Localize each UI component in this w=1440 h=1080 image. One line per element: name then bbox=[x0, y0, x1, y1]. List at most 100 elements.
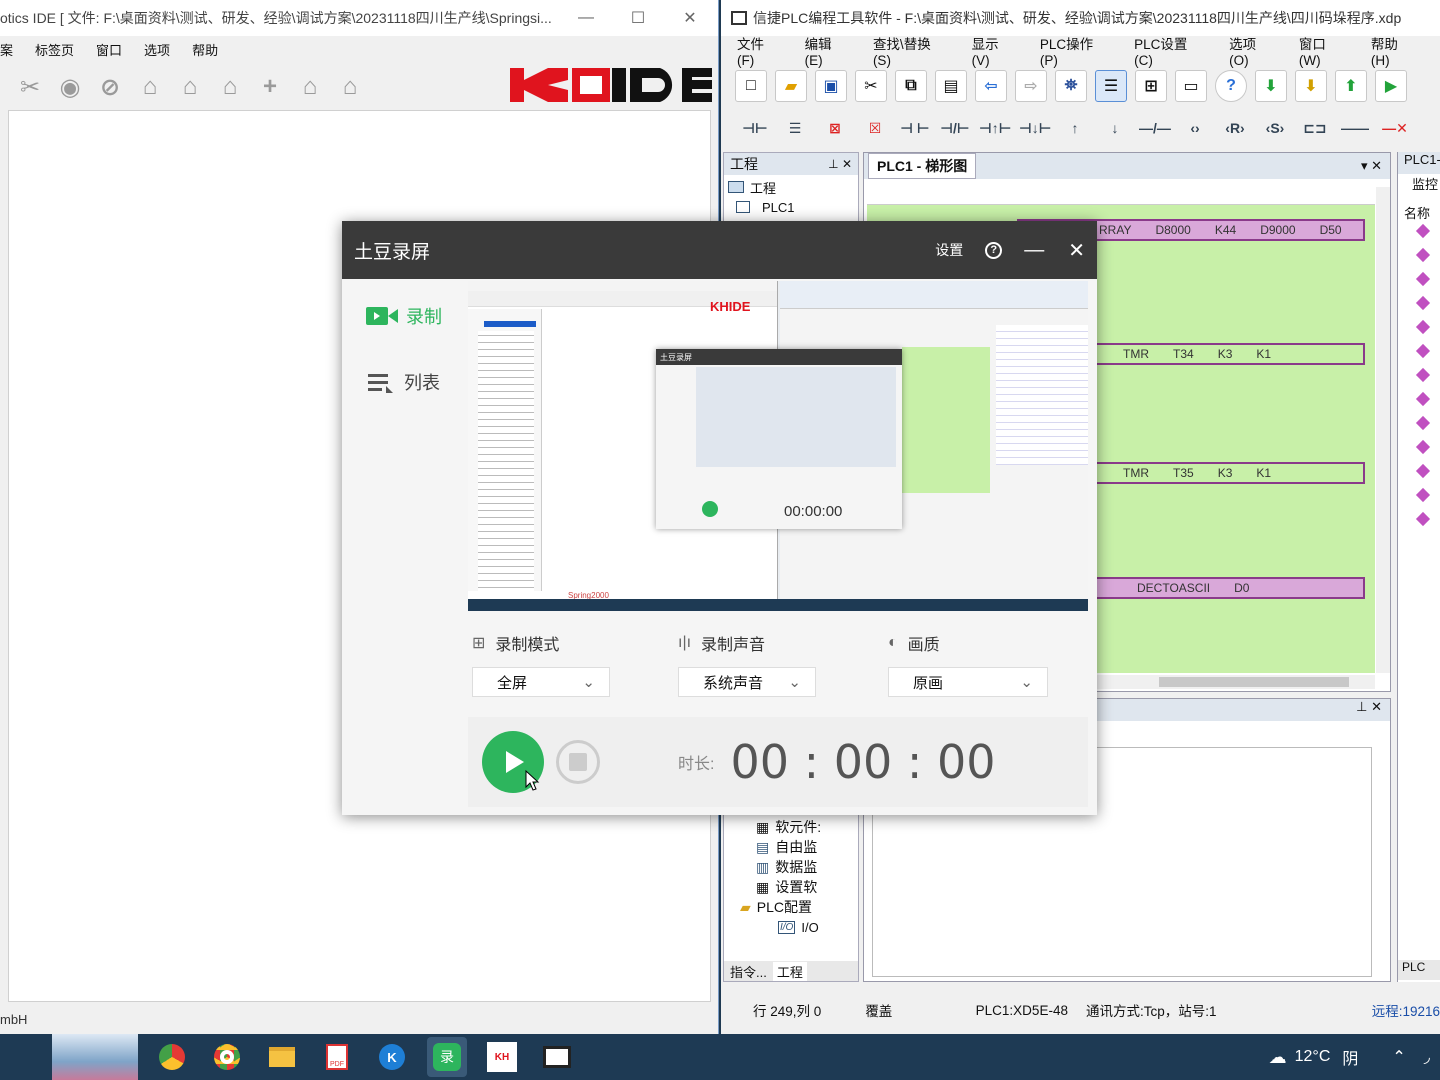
monitor-item-icon[interactable] bbox=[1415, 511, 1431, 527]
insert-row-icon[interactable]: ☰ bbox=[779, 120, 811, 137]
recorder-taskbar-icon[interactable]: 录 bbox=[427, 1037, 467, 1077]
pdf-icon[interactable]: PDF bbox=[317, 1037, 357, 1077]
menu-item[interactable]: 窗口 bbox=[96, 40, 122, 59]
robot-add-icon[interactable]: ⌂ bbox=[174, 71, 206, 103]
contact-slash-icon[interactable]: ⊣/⊢ bbox=[939, 120, 971, 137]
robot-icon[interactable]: ⌂ bbox=[134, 71, 166, 103]
monitor-item-icon[interactable] bbox=[1415, 223, 1431, 239]
vertical-up-icon[interactable]: ↑ bbox=[1059, 120, 1091, 136]
menu-item[interactable]: PLC设置(C) bbox=[1134, 33, 1205, 68]
file-explorer-icon[interactable] bbox=[262, 1037, 302, 1077]
khide-taskbar-icon[interactable]: KH bbox=[482, 1037, 522, 1077]
new-file-icon[interactable]: □ bbox=[735, 70, 767, 102]
tree-item[interactable]: PLC1 bbox=[728, 197, 854, 217]
redo-icon[interactable]: ⇨ bbox=[1015, 70, 1047, 102]
robot-remove-icon[interactable]: ⌂ bbox=[214, 71, 246, 103]
contact-fall-icon[interactable]: ⊣↓⊢ bbox=[1019, 120, 1052, 137]
k-app-icon[interactable]: K bbox=[372, 1037, 412, 1077]
open-folder-icon[interactable]: ▰ bbox=[775, 70, 807, 102]
undo-icon[interactable]: ⇦ bbox=[975, 70, 1007, 102]
cut-icon[interactable]: ✂ bbox=[855, 70, 887, 102]
monitor-item-icon[interactable] bbox=[1415, 463, 1431, 479]
joint-icon[interactable]: + bbox=[254, 71, 286, 103]
tree-item[interactable]: ▦ 软元件: bbox=[756, 817, 821, 837]
menu-item[interactable]: 帮助(H) bbox=[1371, 33, 1416, 68]
chevron-up-icon[interactable]: ⌃ bbox=[1392, 1047, 1405, 1067]
menu-item[interactable]: PLC操作(P) bbox=[1040, 33, 1110, 68]
help-icon[interactable]: ? bbox=[985, 241, 1003, 259]
close-icon[interactable]: ✕ bbox=[664, 8, 716, 28]
tree-item[interactable]: ▦ 设置软 bbox=[756, 877, 821, 897]
monitor-item-icon[interactable] bbox=[1415, 367, 1431, 383]
monitor-item-icon[interactable] bbox=[1415, 439, 1431, 455]
eye-icon[interactable]: ◉ bbox=[54, 71, 86, 103]
nav-record[interactable]: 录制 bbox=[366, 303, 466, 329]
print-icon[interactable]: ▭ bbox=[1175, 70, 1207, 102]
vertical-scrollbar[interactable] bbox=[1376, 187, 1390, 673]
menu-item[interactable]: 选项 bbox=[144, 40, 170, 59]
minimize-icon[interactable]: — bbox=[1024, 239, 1044, 262]
robot-home-icon[interactable]: ⌂ bbox=[334, 71, 366, 103]
download-icon[interactable]: ⬇ bbox=[1255, 70, 1287, 102]
plc-taskbar-icon[interactable] bbox=[537, 1037, 577, 1077]
nav-list[interactable]: 列表 bbox=[366, 369, 466, 395]
minimize-icon[interactable]: — bbox=[560, 9, 612, 27]
stop-button[interactable] bbox=[556, 740, 600, 784]
monitor-item-icon[interactable] bbox=[1415, 319, 1431, 335]
cloud-icon[interactable]: ☁ bbox=[1269, 1047, 1287, 1068]
menu-item[interactable]: 选项(O) bbox=[1229, 33, 1275, 68]
chrome-icon[interactable] bbox=[207, 1037, 247, 1077]
pin-close-icon[interactable]: ⊥ ✕ bbox=[828, 157, 858, 171]
tab-ladder[interactable]: PLC1 - 梯形图 bbox=[868, 153, 977, 179]
monitor-item-icon[interactable] bbox=[1415, 343, 1431, 359]
monitor-item-icon[interactable] bbox=[1415, 247, 1431, 263]
ladder-view-icon[interactable]: ☰ bbox=[1095, 70, 1127, 102]
scissors-icon[interactable]: ✂ bbox=[14, 71, 46, 103]
record-audio-select[interactable]: 系统声音 ⌄ bbox=[678, 667, 816, 697]
menu-item[interactable]: 显示(V) bbox=[972, 33, 1016, 68]
tree-item[interactable]: ▰ PLC配置 bbox=[740, 897, 821, 917]
coil-icon[interactable]: ‹› bbox=[1179, 120, 1211, 136]
reset-coil-icon[interactable]: ‹R› bbox=[1219, 120, 1251, 136]
menu-item[interactable]: 窗口(W) bbox=[1299, 33, 1347, 68]
menu-item[interactable]: 标签页 bbox=[35, 40, 74, 59]
find-icon[interactable]: ⛯ bbox=[1055, 70, 1087, 102]
download-lock-icon[interactable]: ⬇ bbox=[1295, 70, 1327, 102]
tree-item[interactable]: ▤ 自由监 bbox=[756, 837, 821, 857]
set-coil-icon[interactable]: ‹S› bbox=[1259, 120, 1291, 136]
paste-icon[interactable]: ▤ bbox=[935, 70, 967, 102]
menu-item[interactable]: 编辑(E) bbox=[805, 33, 849, 68]
horizontal-line-icon[interactable]: —— bbox=[1339, 120, 1371, 136]
monitor-item-icon[interactable] bbox=[1415, 271, 1431, 287]
function-box-icon[interactable]: ⊏⊐ bbox=[1299, 120, 1331, 137]
close-tab-icon[interactable]: ▾ ✕ bbox=[1361, 158, 1382, 174]
upload-icon[interactable]: ⬆ bbox=[1335, 70, 1367, 102]
monitor-item-icon[interactable] bbox=[1415, 295, 1431, 311]
tab-plc[interactable]: PLC bbox=[1398, 960, 1440, 980]
delete-element-icon[interactable]: ⊠ bbox=[819, 120, 851, 137]
maximize-icon[interactable]: ☐ bbox=[612, 8, 664, 28]
weather-desc[interactable]: 阴 bbox=[1342, 1045, 1358, 1069]
monitor-item-icon[interactable] bbox=[1415, 415, 1431, 431]
copy-icon[interactable]: ⧉ bbox=[895, 70, 927, 102]
help-icon[interactable]: ? bbox=[1215, 70, 1247, 102]
tree-item[interactable]: ▥ 数据监 bbox=[756, 857, 821, 877]
settings-button[interactable]: 设置 bbox=[935, 240, 963, 260]
contact-rise-icon[interactable]: ⊣↑⊢ bbox=[979, 120, 1012, 137]
weather-temp[interactable]: 12°C bbox=[1295, 1048, 1331, 1066]
run-icon[interactable]: ▶ bbox=[1375, 70, 1407, 102]
instruction-icon[interactable]: ⊞ bbox=[1135, 70, 1167, 102]
tab-monitor[interactable]: 监控 bbox=[1398, 174, 1440, 193]
tree-item[interactable]: I/O I/O bbox=[756, 917, 821, 937]
close-icon[interactable]: ✕ bbox=[1068, 238, 1085, 263]
robot-move-icon[interactable]: ⌂ bbox=[294, 71, 326, 103]
delete-line-icon[interactable]: —✕ bbox=[1379, 120, 1411, 137]
wifi-icon[interactable]: ◞ bbox=[1424, 1047, 1430, 1067]
menu-item[interactable]: 查找\替换(S) bbox=[873, 33, 948, 68]
delete-row-icon[interactable]: ☒ bbox=[859, 120, 891, 137]
line-slash-icon[interactable]: —/— bbox=[1139, 120, 1171, 136]
contact-nc-icon[interactable]: ⊣ ⊢ bbox=[899, 120, 931, 137]
contact-no-icon[interactable]: ⊣⊢ bbox=[739, 120, 771, 137]
tab-project[interactable]: 工程 bbox=[772, 961, 807, 981]
menu-item[interactable]: 文件(F) bbox=[737, 33, 781, 68]
